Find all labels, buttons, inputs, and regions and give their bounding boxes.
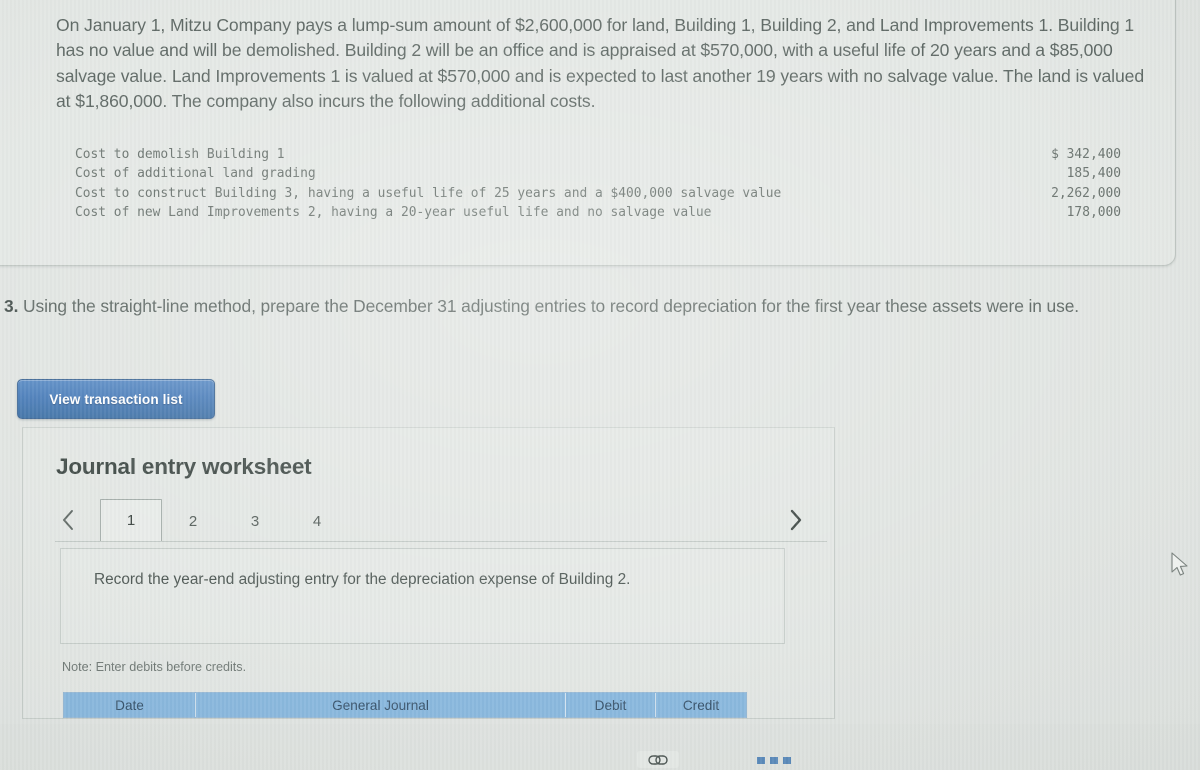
question-number: 3. xyxy=(4,296,19,316)
debits-before-credits-note: Note: Enter debits before credits. xyxy=(62,660,247,674)
cost-label: Cost of new Land Improvements 2, having … xyxy=(75,205,712,221)
cost-row: Cost to demolish Building 1 $ 342,400 xyxy=(75,145,1121,164)
tab-list: 1 2 3 4 xyxy=(100,499,348,542)
tab-4[interactable]: 4 xyxy=(286,499,348,542)
worksheet-title: Journal entry worksheet xyxy=(56,454,312,479)
journal-entry-worksheet-panel: Journal entry worksheet 1 2 3 4 Record t… xyxy=(22,427,835,719)
cost-amount: 185,400 xyxy=(1066,166,1121,182)
question-text: Using the straight-line method, prepare … xyxy=(23,296,1080,316)
blue-indicator-dots xyxy=(757,757,791,764)
journal-table-header-row: Date General Journal Debit Credit xyxy=(63,692,747,718)
cost-label: Cost to construct Building 3, having a u… xyxy=(75,185,782,201)
view-transaction-list-button[interactable]: View transaction list xyxy=(17,379,215,419)
cost-row: Cost of new Land Improvements 2, having … xyxy=(75,203,1121,222)
cost-row: Cost of additional land grading 185,400 xyxy=(75,164,1121,183)
chevron-right-glyph xyxy=(790,509,802,531)
cursor-arrow-icon xyxy=(1171,552,1188,576)
cost-row: Cost to construct Building 3, having a u… xyxy=(75,184,1121,203)
bottom-strip xyxy=(0,724,1200,770)
additional-costs-table: Cost to demolish Building 1 $ 342,400 Co… xyxy=(75,145,1121,223)
column-header-credit: Credit xyxy=(682,697,720,713)
question-3: 3. Using the straight-line method, prepa… xyxy=(4,294,1184,319)
cost-amount: $ 342,400 xyxy=(1051,147,1121,162)
problem-statement-panel: On January 1, Mitzu Company pays a lump-… xyxy=(0,0,1176,266)
cost-label: Cost to demolish Building 1 xyxy=(75,147,285,162)
chevron-left-glyph xyxy=(63,510,73,530)
column-header-debit: Debit xyxy=(566,693,656,717)
tab-1[interactable]: 1 xyxy=(100,499,162,542)
chevron-right-icon[interactable] xyxy=(783,505,809,535)
instruction-text: Record the year-end adjusting entry for … xyxy=(94,571,631,588)
chevron-left-icon[interactable] xyxy=(55,505,81,535)
dot xyxy=(757,757,765,764)
tab-2[interactable]: 2 xyxy=(162,499,224,542)
column-header-date: Date xyxy=(64,693,196,717)
link-icon[interactable] xyxy=(637,751,679,768)
link-chain-glyph xyxy=(648,754,668,765)
column-header-general-journal: General Journal xyxy=(196,693,566,717)
worksheet-tabs: 1 2 3 4 xyxy=(55,499,815,542)
cost-label: Cost of additional land grading xyxy=(75,166,316,182)
instruction-box: Record the year-end adjusting entry for … xyxy=(60,548,785,644)
mouse-cursor xyxy=(1170,552,1190,578)
cost-amount: 178,000 xyxy=(1066,205,1121,221)
problem-paragraph: On January 1, Mitzu Company pays a lump-… xyxy=(56,15,1145,111)
tab-underline xyxy=(55,541,827,542)
cost-amount: 2,262,000 xyxy=(1051,185,1121,201)
dot xyxy=(783,757,791,764)
tab-3[interactable]: 3 xyxy=(224,499,286,542)
dot xyxy=(770,757,778,764)
